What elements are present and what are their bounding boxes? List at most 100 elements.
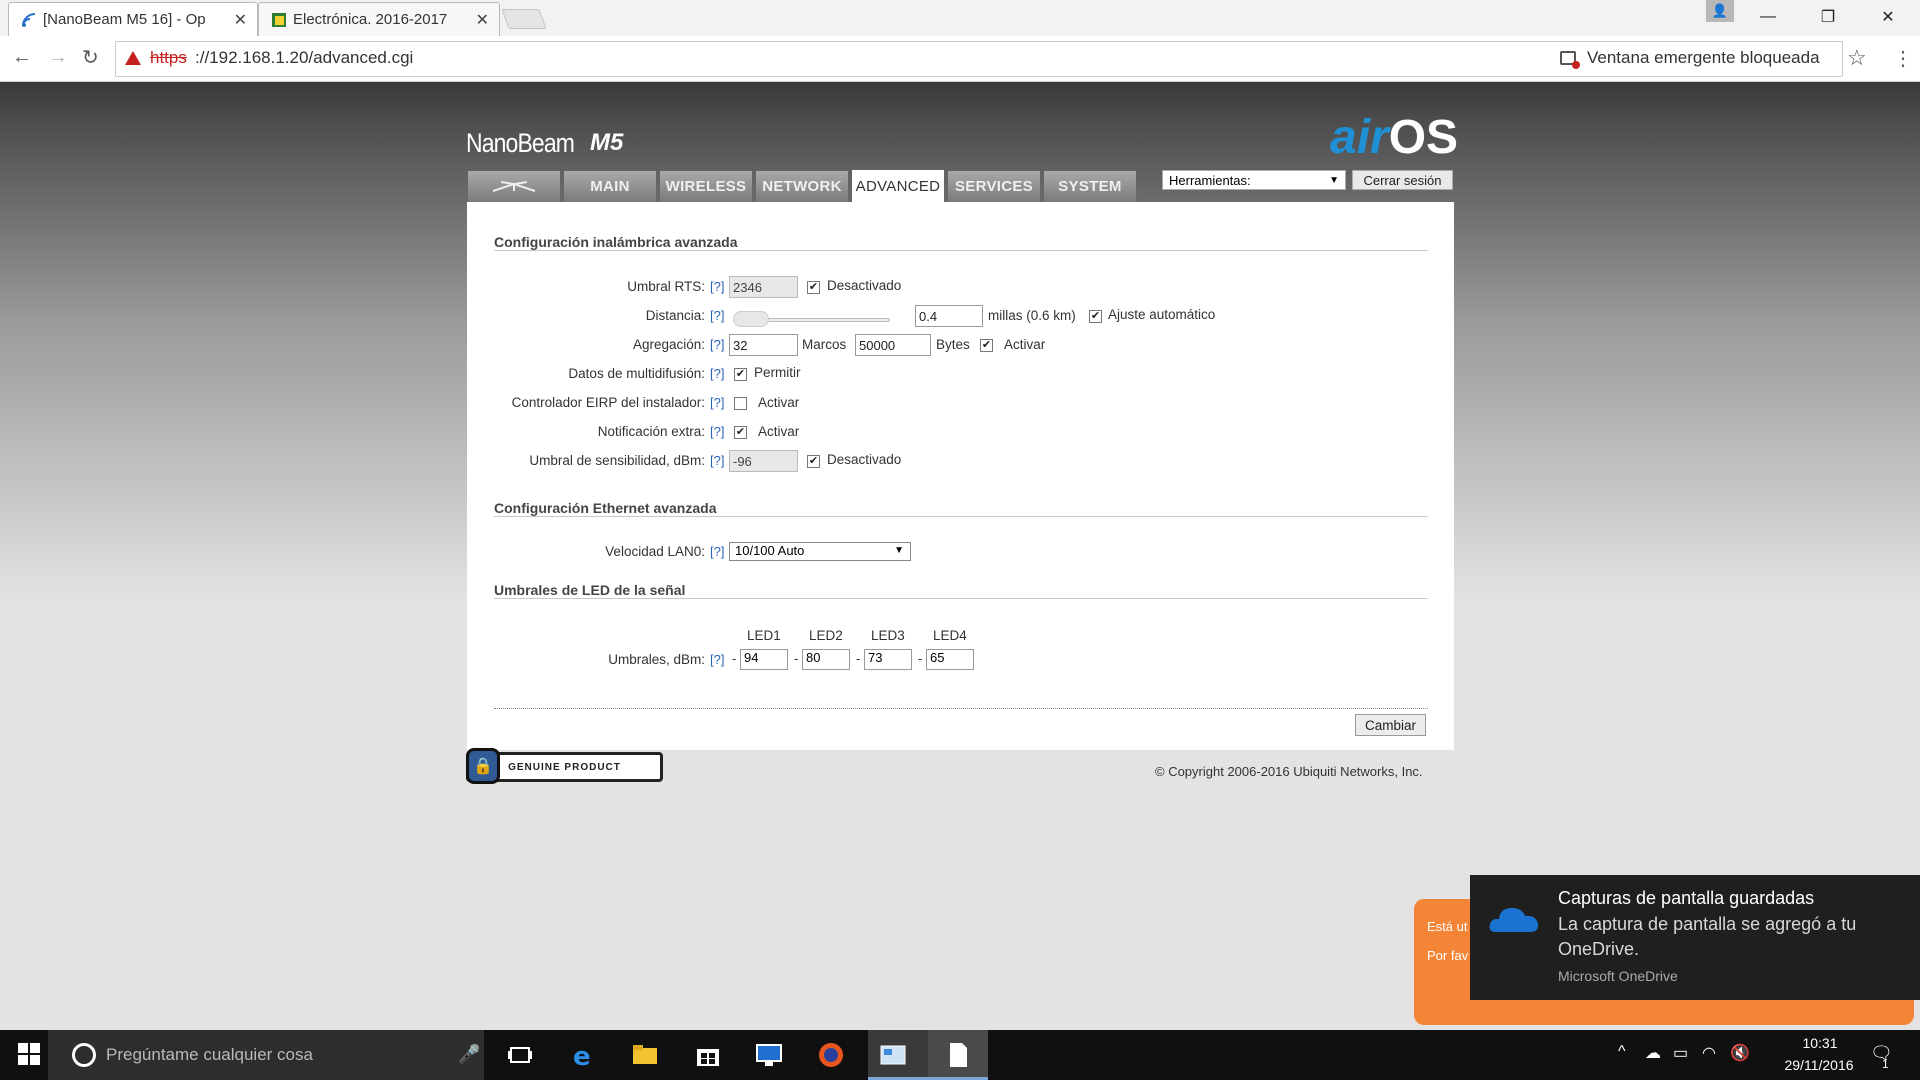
browser-tab-nanobeam[interactable]: [NanoBeam M5 16] - Op ✕ — [8, 2, 258, 36]
battery-icon[interactable]: ▭ — [1673, 1043, 1688, 1063]
aggregation-bytes-input[interactable]: 50000 — [855, 334, 931, 356]
control-panel-icon[interactable] — [878, 1040, 908, 1070]
windows-start-icon[interactable] — [18, 1043, 40, 1065]
multicast-allow-checkbox[interactable]: ✔ — [734, 368, 747, 381]
rts-label: Umbral RTS: — [627, 279, 705, 294]
wifi-tray-icon[interactable]: ◠ — [1702, 1043, 1716, 1063]
distance-input[interactable]: 0.4 — [915, 305, 983, 327]
extra-notification-checkbox[interactable]: ✔ — [734, 426, 747, 439]
auto-adjust-label: Ajuste automático — [1108, 307, 1216, 322]
bytes-unit: Bytes — [936, 337, 970, 352]
led4-input[interactable]: 65 — [926, 649, 974, 670]
tab-main[interactable]: MAIN — [563, 170, 657, 202]
help-link[interactable]: [?] — [710, 453, 724, 468]
help-link[interactable]: [?] — [710, 308, 724, 323]
bookmark-star-icon[interactable]: ☆ — [1847, 45, 1867, 71]
device-brand: NanoBeam — [466, 128, 575, 158]
tab-network[interactable]: NETWORK — [755, 170, 849, 202]
tab-services[interactable]: SERVICES — [947, 170, 1041, 202]
help-link[interactable]: [?] — [710, 395, 724, 410]
svg-text:e: e — [573, 1042, 591, 1070]
rts-disabled-label: Desactivado — [827, 278, 902, 293]
led2-header: LED2 — [809, 628, 843, 643]
help-link[interactable]: [?] — [710, 544, 724, 559]
toast-title: Capturas de pantalla guardadas — [1558, 888, 1815, 908]
popup-blocked-label[interactable]: Ventana emergente bloqueada — [1587, 48, 1820, 68]
notification-count: 1 — [1882, 1057, 1889, 1071]
tab-system[interactable]: SYSTEM — [1043, 170, 1137, 202]
aggregation-enable-checkbox[interactable]: ✔ — [980, 339, 993, 352]
auto-adjust-checkbox[interactable]: ✔ — [1089, 310, 1102, 323]
aggregation-enable-label: Activar — [1004, 337, 1046, 352]
sensitivity-disabled-label: Desactivado — [827, 452, 902, 467]
show-hidden-icons-icon[interactable]: ^ — [1618, 1043, 1626, 1061]
led2-input[interactable]: 80 — [802, 649, 850, 670]
help-link[interactable]: [?] — [710, 366, 724, 381]
tab-wireless[interactable]: WIRELESS — [659, 170, 753, 202]
led3-input[interactable]: 73 — [864, 649, 912, 670]
new-tab-button[interactable] — [501, 9, 547, 29]
close-window-icon[interactable]: ✕ — [1860, 0, 1916, 34]
store-icon[interactable] — [693, 1040, 723, 1070]
profile-icon[interactable]: 👤 — [1706, 0, 1734, 22]
extra-notification-enable-label: Activar — [758, 424, 800, 439]
security-warning-icon[interactable] — [125, 51, 141, 65]
popup-blocked-icon[interactable] — [1560, 51, 1580, 69]
clock-date[interactable]: 29/11/2016 — [1774, 1057, 1864, 1073]
multicast-allow-label: Permitir — [754, 365, 801, 380]
browser-menu-icon[interactable]: ⋮ — [1893, 46, 1913, 71]
task-view-icon[interactable] — [505, 1040, 535, 1070]
logout-button[interactable]: Cerrar sesión — [1352, 170, 1453, 190]
reload-icon[interactable]: ↻ — [82, 45, 99, 70]
tab-ubiquiti-logo[interactable] — [467, 170, 561, 202]
onedrive-tray-icon[interactable]: ☁ — [1645, 1043, 1661, 1063]
cortana-icon — [72, 1043, 96, 1067]
sensitivity-input[interactable]: -96 — [729, 450, 798, 472]
lan-speed-value: 10/100 Auto — [735, 543, 805, 558]
onedrive-cloud-icon — [1489, 908, 1539, 932]
toast-source: Microsoft OneDrive — [1558, 968, 1678, 984]
apply-button[interactable]: Cambiar — [1355, 714, 1426, 736]
file-explorer-icon[interactable] — [630, 1040, 660, 1070]
help-link[interactable]: [?] — [710, 424, 724, 439]
divider — [494, 708, 1428, 709]
minimize-icon[interactable]: — — [1740, 0, 1796, 34]
sensitivity-disabled-checkbox[interactable]: ✔ — [807, 455, 820, 468]
microphone-icon[interactable]: 🎤 — [458, 1044, 480, 1065]
firefox-icon[interactable] — [816, 1040, 846, 1070]
tools-dropdown[interactable]: Herramientas: ▼ — [1162, 170, 1346, 190]
edge-icon[interactable]: e — [568, 1040, 598, 1070]
led-thresholds-label: Umbrales, dBm: — [608, 652, 705, 667]
clock-time[interactable]: 10:31 — [1790, 1035, 1850, 1051]
lock-icon: 🔒 — [466, 748, 500, 784]
eirp-enable-checkbox[interactable] — [734, 397, 747, 410]
tab-advanced[interactable]: ADVANCED — [851, 169, 945, 203]
remote-desktop-icon[interactable] — [754, 1040, 784, 1070]
help-link[interactable]: [?] — [710, 652, 724, 667]
rts-input[interactable]: 2346 — [729, 276, 798, 298]
search-placeholder: Pregúntame cualquier cosa — [106, 1045, 313, 1064]
help-link[interactable]: [?] — [710, 279, 724, 294]
distance-unit: millas (0.6 km) — [988, 308, 1076, 323]
section-title: Configuración Ethernet avanzada — [494, 500, 717, 516]
forward-icon[interactable]: → — [48, 46, 68, 69]
dropdown-arrow-icon: ▼ — [894, 545, 904, 556]
led1-input[interactable]: 94 — [740, 649, 788, 670]
document-icon[interactable] — [943, 1040, 973, 1070]
back-icon[interactable]: ← — [12, 46, 32, 69]
restore-icon[interactable]: ❐ — [1800, 0, 1856, 34]
aggregation-frames-input[interactable]: 32 — [729, 334, 798, 356]
eirp-label: Controlador EIRP del instalador: — [511, 395, 705, 410]
device-model: M5 — [590, 129, 624, 156]
eirp-enable-label: Activar — [758, 395, 800, 410]
notice-line-1: Está ut — [1427, 919, 1468, 934]
close-tab-icon[interactable]: ✕ — [234, 10, 247, 30]
distance-slider-handle[interactable] — [733, 311, 769, 327]
tools-label: Herramientas: — [1169, 172, 1251, 188]
volume-muted-icon[interactable]: 🔇 — [1730, 1043, 1750, 1063]
browser-tab-electronica[interactable]: Electrónica. 2016-2017 ✕ — [258, 2, 500, 36]
lan-speed-select[interactable]: 10/100 Auto ▼ — [729, 542, 911, 561]
help-link[interactable]: [?] — [710, 337, 724, 352]
rts-disabled-checkbox[interactable]: ✔ — [807, 281, 820, 294]
close-tab-icon[interactable]: ✕ — [476, 10, 489, 30]
